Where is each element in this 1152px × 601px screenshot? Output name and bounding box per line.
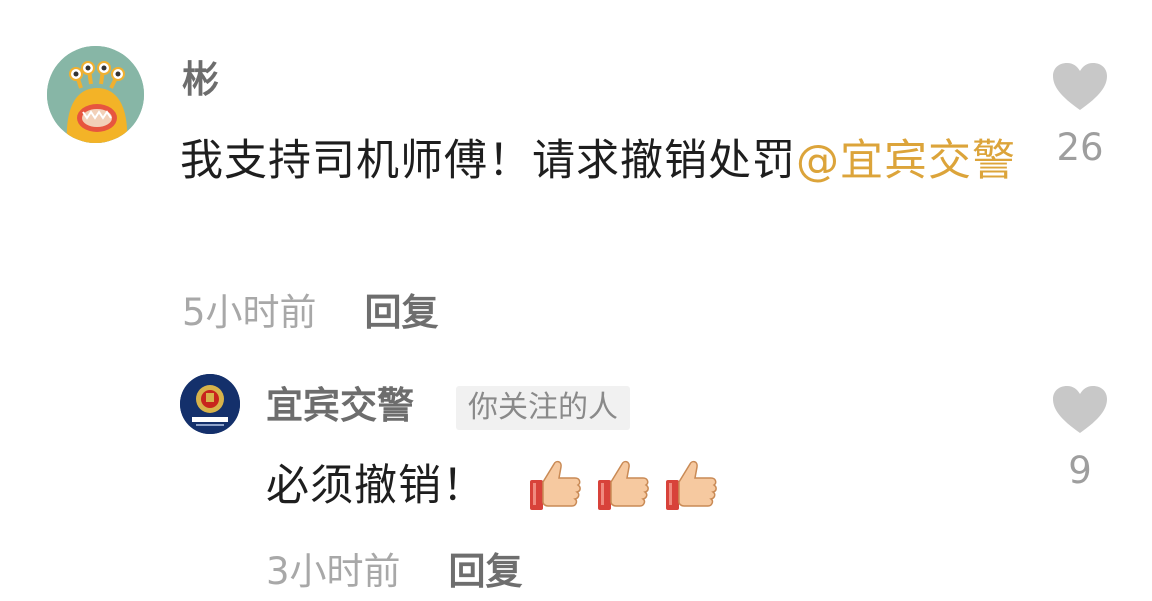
thumbs-up-icon xyxy=(666,460,717,510)
comment-text: 我支持司机师傅！请求撤销处罚@宜宾交警 xyxy=(180,127,1030,195)
comment-thread: 彬 我支持司机师傅！请求撤销处罚@宜宾交警 5小时前 回复 26 宜宾交警 你关注… xyxy=(0,0,1152,601)
reply-meta: 3小时前 回复 xyxy=(266,546,523,598)
thumbs-up-icon xyxy=(598,460,649,510)
like-count: 26 xyxy=(1056,126,1104,169)
reply-avatar[interactable] xyxy=(180,374,240,434)
username[interactable]: 彬 xyxy=(182,56,219,104)
timestamp: 5小时前 xyxy=(182,291,317,334)
mention-link[interactable]: @宜宾交警 xyxy=(796,136,1016,186)
comment-body: 我支持司机师傅！请求撤销处罚 xyxy=(180,136,796,186)
heart-icon xyxy=(1053,386,1107,433)
reply-reply-button[interactable]: 回复 xyxy=(449,550,523,593)
reply-button[interactable]: 回复 xyxy=(365,291,439,334)
like-button[interactable]: 26 xyxy=(1040,62,1120,170)
monster-icon xyxy=(47,46,144,143)
avatar[interactable] xyxy=(47,46,144,143)
reply-username[interactable]: 宜宾交警 xyxy=(266,382,414,430)
reply-like-button[interactable]: 9 xyxy=(1040,385,1120,493)
reply-timestamp: 3小时前 xyxy=(266,550,401,593)
comment-meta: 5小时前 回复 xyxy=(182,287,439,339)
reply-like-count: 9 xyxy=(1068,449,1092,492)
reply-text: 必须撤销！ xyxy=(266,461,486,511)
emoji-group xyxy=(528,458,718,514)
following-badge: 你关注的人 xyxy=(456,386,630,430)
heart-icon xyxy=(1053,63,1107,110)
police-emblem-icon xyxy=(180,374,240,434)
thumbs-up-icon xyxy=(530,460,581,510)
